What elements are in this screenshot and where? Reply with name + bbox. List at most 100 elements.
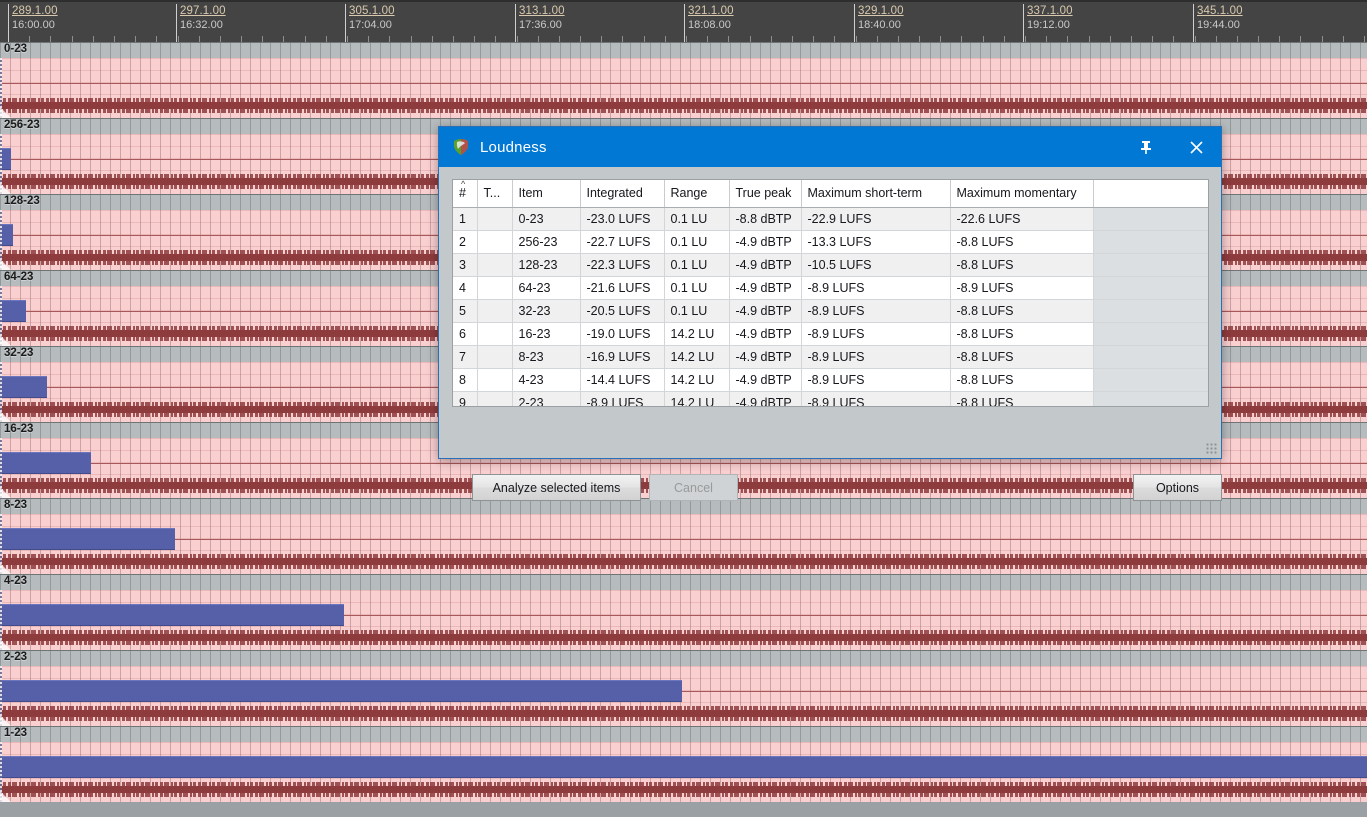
close-icon[interactable]	[1171, 127, 1221, 167]
column-header-item[interactable]: Item	[512, 180, 581, 208]
cell-num[interactable]: 1	[453, 207, 478, 231]
resize-grip[interactable]	[1206, 443, 1218, 455]
track-item-bar[interactable]	[0, 756, 1367, 778]
track-item-bar[interactable]	[0, 604, 344, 626]
cell-item[interactable]: 16-23	[512, 322, 581, 346]
cell-range[interactable]: 14.2 LU	[664, 322, 730, 346]
loudness-results-list[interactable]: ^ # T... Item Integrated Range True peak Maximu…	[452, 179, 1209, 407]
column-header-maxshort[interactable]: Maximum short-term	[801, 180, 951, 208]
track-lane[interactable]: 0-23	[0, 42, 1367, 118]
column-header-num[interactable]: ^ #	[453, 180, 478, 208]
cell-range[interactable]: 14.2 LU	[664, 391, 730, 406]
cell-num[interactable]: 2	[453, 230, 478, 254]
pin-icon[interactable]	[1121, 127, 1171, 167]
cell-maxshort[interactable]: -8.9 LUFS	[801, 368, 951, 392]
cell-integrated[interactable]: -23.0 LUFS	[580, 207, 665, 231]
cell-type[interactable]	[477, 230, 513, 254]
timeline-ruler[interactable]: 289.1.00 16:00.00 297.1.00 16:32.00 305.1.00…	[0, 0, 1367, 42]
table-row[interactable]: 1 0-23 -23.0 LUFS 0.1 LU -8.8 dBTP -22.9 LUFS…	[453, 207, 1208, 231]
table-body[interactable]: 1 0-23 -23.0 LUFS 0.1 LU -8.8 dBTP -22.9 LUFS…	[453, 207, 1208, 406]
track-item-bar[interactable]	[0, 452, 91, 474]
track-item-bar[interactable]	[0, 300, 26, 322]
cell-integrated[interactable]: -19.0 LUFS	[580, 322, 665, 346]
cell-num[interactable]: 5	[453, 299, 478, 323]
track-item-bar[interactable]	[0, 376, 47, 398]
column-header-maxmoment[interactable]: Maximum momentary	[950, 180, 1094, 208]
cell-range[interactable]: 14.2 LU	[664, 345, 730, 369]
track-lane[interactable]: 2-23	[0, 650, 1367, 726]
cell-integrated[interactable]: -14.4 LUFS	[580, 368, 665, 392]
track-item-bar[interactable]	[0, 528, 175, 550]
media-item[interactable]	[0, 742, 1367, 802]
cell-truepeak[interactable]: -4.9 dBTP	[729, 322, 802, 346]
item-fadein-handle[interactable]	[0, 107, 11, 118]
cell-maxshort[interactable]: -22.9 LUFS	[801, 207, 951, 231]
cell-truepeak[interactable]: -4.9 dBTP	[729, 276, 802, 300]
track-lane[interactable]: 1-23	[0, 726, 1367, 802]
cell-num[interactable]: 9	[453, 391, 478, 406]
cell-num[interactable]: 4	[453, 276, 478, 300]
cell-type[interactable]	[477, 253, 513, 277]
cell-maxshort[interactable]: -8.9 LUFS	[801, 299, 951, 323]
table-row[interactable]: 4 64-23 -21.6 LUFS 0.1 LU -4.9 dBTP -8.9 LUFS…	[453, 276, 1208, 300]
cell-maxmoment[interactable]: -8.8 LUFS	[950, 230, 1094, 254]
cell-truepeak[interactable]: -4.9 dBTP	[729, 299, 802, 323]
table-header-row[interactable]: ^ # T... Item Integrated Range True peak Maximu…	[453, 180, 1208, 208]
item-fadein-handle[interactable]	[0, 639, 11, 650]
cell-num[interactable]: 3	[453, 253, 478, 277]
options-button[interactable]: Options	[1133, 474, 1222, 501]
table-row[interactable]: 5 32-23 -20.5 LUFS 0.1 LU -4.9 dBTP -8.9 LUFS…	[453, 299, 1208, 323]
cell-type[interactable]	[477, 322, 513, 346]
item-fadein-handle[interactable]	[0, 791, 11, 802]
cell-range[interactable]: 0.1 LU	[664, 276, 730, 300]
cell-maxmoment[interactable]: -8.8 LUFS	[950, 368, 1094, 392]
cell-integrated[interactable]: -21.6 LUFS	[580, 276, 665, 300]
cell-maxmoment[interactable]: -8.9 LUFS	[950, 276, 1094, 300]
dialog-titlebar[interactable]: Loudness	[439, 127, 1221, 167]
cell-num[interactable]: 7	[453, 345, 478, 369]
item-fadein-handle[interactable]	[0, 563, 11, 574]
track-header[interactable]	[0, 42, 1367, 58]
cell-truepeak[interactable]: -4.9 dBTP	[729, 230, 802, 254]
column-header-truepeak[interactable]: True peak	[729, 180, 802, 208]
column-header-integrated[interactable]: Integrated	[580, 180, 665, 208]
cell-range[interactable]: 0.1 LU	[664, 207, 730, 231]
cell-maxmoment[interactable]: -8.8 LUFS	[950, 322, 1094, 346]
cell-type[interactable]	[477, 391, 513, 406]
cell-integrated[interactable]: -20.5 LUFS	[580, 299, 665, 323]
track-lane[interactable]: 4-23	[0, 574, 1367, 650]
cell-num[interactable]: 8	[453, 368, 478, 392]
cell-range[interactable]: 0.1 LU	[664, 230, 730, 254]
column-header-type[interactable]: T...	[477, 180, 513, 208]
column-header-spacer[interactable]	[1093, 180, 1208, 208]
cell-maxmoment[interactable]: -8.8 LUFS	[950, 253, 1094, 277]
cell-maxshort[interactable]: -8.9 LUFS	[801, 391, 951, 406]
cell-item[interactable]: 256-23	[512, 230, 581, 254]
item-fadein-handle[interactable]	[0, 259, 11, 270]
cell-maxshort[interactable]: -13.3 LUFS	[801, 230, 951, 254]
cell-maxmoment[interactable]: -22.6 LUFS	[950, 207, 1094, 231]
item-fadein-handle[interactable]	[0, 487, 11, 498]
cell-range[interactable]: 0.1 LU	[664, 299, 730, 323]
item-fadein-handle[interactable]	[0, 715, 11, 726]
cell-range[interactable]: 14.2 LU	[664, 368, 730, 392]
cell-truepeak[interactable]: -4.9 dBTP	[729, 368, 802, 392]
cell-type[interactable]	[477, 368, 513, 392]
cell-num[interactable]: 6	[453, 322, 478, 346]
track-header[interactable]	[0, 650, 1367, 666]
table-row[interactable]: 9 2-23 -8.9 LUFS 14.2 LU -4.9 dBTP -8.9 LUFS -…	[453, 391, 1208, 406]
cell-type[interactable]	[477, 299, 513, 323]
cell-item[interactable]: 2-23	[512, 391, 581, 406]
media-item[interactable]	[0, 58, 1367, 118]
cell-maxshort[interactable]: -10.5 LUFS	[801, 253, 951, 277]
cell-maxmoment[interactable]: -8.8 LUFS	[950, 391, 1094, 406]
cell-maxmoment[interactable]: -8.8 LUFS	[950, 345, 1094, 369]
track-header[interactable]	[0, 726, 1367, 742]
track-item-bar[interactable]	[0, 680, 682, 702]
cell-truepeak[interactable]: -8.8 dBTP	[729, 207, 802, 231]
cell-item[interactable]: 0-23	[512, 207, 581, 231]
cell-item[interactable]: 8-23	[512, 345, 581, 369]
table-row[interactable]: 2 256-23 -22.7 LUFS 0.1 LU -4.9 dBTP -13.3 LU…	[453, 230, 1208, 254]
media-item[interactable]	[0, 666, 1367, 726]
cell-item[interactable]: 64-23	[512, 276, 581, 300]
